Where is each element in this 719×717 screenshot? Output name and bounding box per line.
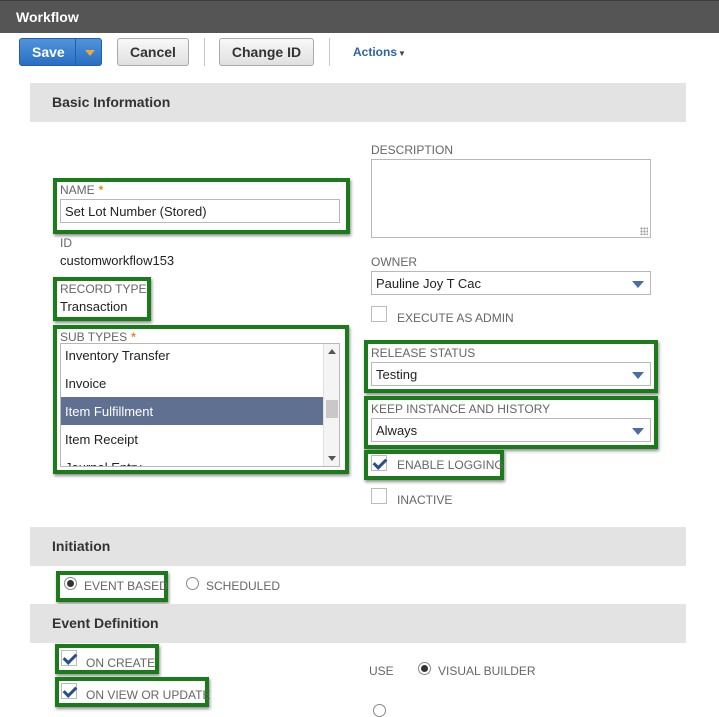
visual-builder-label: VISUAL BUILDER [438,664,536,678]
owner-value: Pauline Joy T Cac [376,275,482,291]
required-marker: * [98,183,104,197]
window-title: Workflow [16,9,79,25]
keep-instance-label: KEEP INSTANCE AND HISTORY [371,402,551,416]
release-status-select[interactable]: Testing [371,362,651,386]
owner-label: OWNER [371,255,417,269]
list-item-selected[interactable]: Item Fulfillment [61,397,323,425]
scrollbar-thumb[interactable] [326,400,338,418]
scheduled-label: SCHEDULED [206,579,281,593]
title-bar: Workflow [0,0,719,33]
section-heading: Initiation [52,538,111,554]
id-label: ID [60,236,72,250]
save-split-divider [75,39,76,65]
enable-logging-label: ENABLE LOGGING [397,458,504,472]
on-view-update-checkbox[interactable] [61,683,77,699]
dropdown-arrow-icon [632,428,644,435]
keep-instance-value: Always [376,422,418,438]
chevron-down-icon[interactable] [85,50,95,56]
visual-builder-radio[interactable] [418,662,431,675]
sub-types-label: SUB TYPES * [60,330,136,344]
section-basic-information: Basic Information [30,83,686,122]
section-event-definition: Event Definition [30,604,686,643]
actions-label: Actions [353,45,398,59]
sub-types-listbox[interactable]: Inventory Transfer Invoice Item Fulfillm… [60,343,340,467]
inactive-label: INACTIVE [397,493,453,507]
on-create-checkbox[interactable] [61,650,77,666]
cancel-button[interactable]: Cancel [117,38,189,66]
scroll-up-icon[interactable] [328,349,336,354]
scheduled-radio[interactable] [186,577,199,590]
caret-down-icon: ▼ [398,49,406,58]
id-value: customworkflow153 [60,253,175,268]
on-view-update-label: ON VIEW OR UPDATE [86,688,211,702]
section-initiation: Initiation [30,527,686,566]
owner-select[interactable]: Pauline Joy T Cac [371,271,651,295]
toolbar-divider [329,38,330,66]
section-heading: Event Definition [52,615,159,631]
change-id-button[interactable]: Change ID [219,38,314,66]
list-item[interactable]: Invoice [61,369,323,397]
toolbar-divider [204,38,205,66]
listbox-scrollbar[interactable] [323,344,339,466]
save-button[interactable]: Save [19,38,102,66]
scroll-down-icon[interactable] [328,456,336,461]
name-field[interactable]: Set Lot Number (Stored) [60,199,340,223]
save-button-label: Save [32,44,65,60]
name-label: NAME * [60,183,104,197]
event-based-radio[interactable] [64,577,77,590]
alternate-option-radio[interactable] [373,704,386,717]
enable-logging-checkbox[interactable] [371,455,387,471]
list-item[interactable]: Item Receipt [61,425,323,453]
execute-as-admin-label: EXECUTE AS ADMIN [397,311,514,325]
record-type-value: Transaction [60,299,128,314]
execute-as-admin-checkbox[interactable] [371,306,387,322]
required-marker: * [131,330,136,344]
inactive-checkbox[interactable] [371,488,387,504]
event-based-label: EVENT BASED [84,579,168,593]
record-type-label: RECORD TYPE [60,282,147,296]
description-textarea[interactable] [371,159,651,238]
release-status-label: RELEASE STATUS [371,346,476,360]
section-heading: Basic Information [52,94,171,110]
on-create-label: ON CREATE [86,656,156,670]
list-item[interactable]: Inventory Transfer [61,344,323,369]
description-label: DESCRIPTION [371,143,454,157]
use-label: USE [369,664,394,678]
dropdown-arrow-icon [632,281,644,288]
release-status-value: Testing [376,366,418,382]
resize-grip-icon[interactable] [640,227,648,235]
list-item[interactable]: Journal Entry [61,453,323,467]
dropdown-arrow-icon [632,372,644,379]
actions-menu[interactable]: Actions▼ [353,45,406,59]
keep-instance-select[interactable]: Always [371,418,651,442]
